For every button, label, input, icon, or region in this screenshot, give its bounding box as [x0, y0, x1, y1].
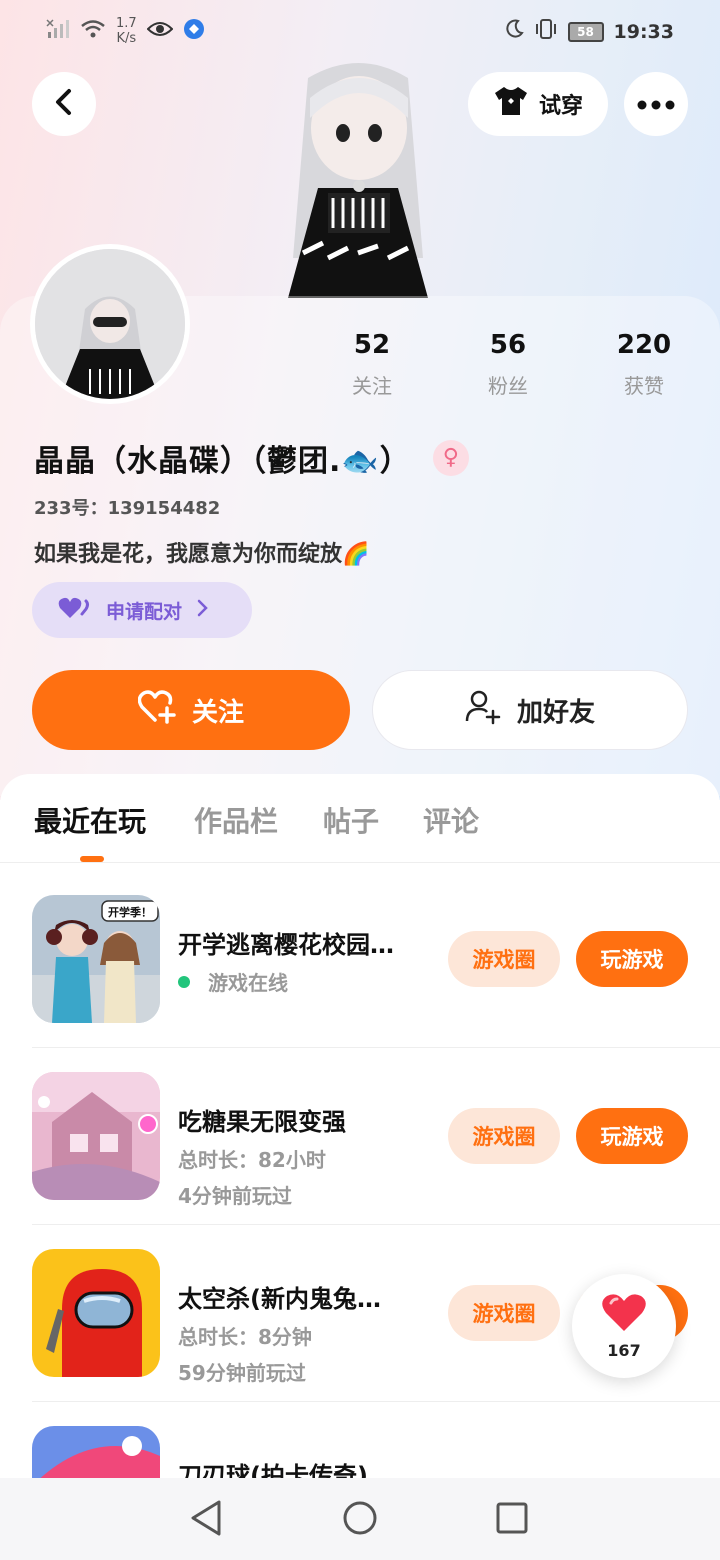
square-recents-icon — [496, 1502, 528, 1538]
tab-posts[interactable]: 帖子 — [323, 800, 379, 840]
moon-icon — [504, 19, 524, 44]
circle-home-icon — [342, 1500, 378, 1540]
profile-tabs: 最近在玩 作品栏 帖子 评论 — [0, 800, 720, 862]
system-nav-bar — [0, 1478, 720, 1560]
stat-label: 粉丝 — [488, 374, 528, 398]
last-played: 59分钟前玩过 — [178, 1361, 306, 1385]
stat-value: 220 — [616, 330, 672, 360]
pair-label: 申请配对 — [106, 600, 183, 623]
last-played: 4分钟前玩过 — [178, 1184, 292, 1208]
add-friend-label: 加好友 — [516, 697, 595, 728]
nav-home-button[interactable] — [338, 1498, 382, 1542]
triangle-back-icon — [189, 1499, 223, 1541]
divider — [32, 1047, 720, 1048]
tshirt-icon — [493, 85, 529, 123]
username-row: 晶晶（水晶碟）（鬱团.🐟） ♀ — [34, 436, 469, 480]
chevron-right-icon — [196, 599, 208, 622]
game-circle-button[interactable]: 游戏圈 — [448, 1108, 560, 1164]
thumbnail-caption: 开学季！ — [108, 905, 152, 919]
play-game-button[interactable]: 玩游戏 — [576, 931, 688, 987]
user-id: 233号：139154482 — [34, 498, 221, 519]
game-circle-button[interactable]: 游戏圈 — [448, 931, 560, 987]
total-playtime: 总时长：82小时 — [178, 1148, 326, 1172]
following-stat[interactable]: 52 关注 — [312, 330, 432, 399]
like-count: 167 — [607, 1340, 641, 1360]
username: 晶晶（水晶碟）（鬱团.🐟） — [34, 444, 411, 479]
avatar[interactable] — [30, 244, 190, 404]
stat-value: 52 — [353, 330, 391, 360]
stat-label: 关注 — [352, 374, 392, 398]
person-add-icon — [465, 689, 501, 732]
stat-label: 获赞 — [624, 374, 664, 398]
request-pair-button[interactable]: 申请配对 — [32, 582, 252, 638]
wifi-icon — [80, 18, 106, 45]
divider — [32, 1224, 720, 1225]
tab-recently-played[interactable]: 最近在玩 — [34, 800, 146, 840]
game-thumbnail — [32, 1072, 160, 1200]
game-title: 太空杀(新内鬼兔… — [178, 1285, 381, 1313]
online-dot-icon — [178, 975, 190, 988]
stat-value: 56 — [489, 330, 527, 360]
back-button[interactable] — [32, 72, 96, 136]
more-button[interactable] — [624, 72, 688, 136]
eye-icon — [146, 19, 174, 44]
game-list-item[interactable]: 开学季！ 开学逃离樱花校园… 游戏在线 游戏圈 玩游戏 — [32, 895, 720, 1071]
followers-stat[interactable]: 56 粉丝 — [448, 330, 568, 399]
vibrate-icon — [534, 18, 558, 45]
try-on-button[interactable]: 试穿 — [468, 72, 608, 136]
heart-icon — [601, 1293, 647, 1337]
game-thumbnail — [32, 1249, 160, 1377]
signal-icon — [46, 18, 70, 45]
likes-stat[interactable]: 220 获赞 — [584, 330, 704, 399]
online-status: 游戏在线 — [178, 967, 288, 996]
follow-button[interactable]: 关注 — [32, 670, 350, 750]
divider — [32, 1401, 720, 1402]
bio: 如果我是花，我愿意为你而绽放🌈 — [34, 542, 370, 567]
avatar-character-image — [248, 58, 470, 298]
more-dots-icon — [636, 95, 676, 114]
nav-back-button[interactable] — [184, 1498, 228, 1542]
divider — [0, 862, 720, 863]
tab-works[interactable]: 作品栏 — [194, 800, 278, 840]
clock: 19:33 — [613, 20, 674, 43]
online-label: 游戏在线 — [208, 971, 288, 995]
game-title: 吃糖果无限变强 — [178, 1108, 346, 1136]
app-notification-icon — [183, 18, 205, 45]
net-speed: 1.7 K/s — [116, 16, 137, 46]
double-heart-icon — [58, 596, 92, 625]
tab-comments[interactable]: 评论 — [423, 800, 479, 840]
add-friend-button[interactable]: 加好友 — [372, 670, 688, 750]
game-circle-button[interactable]: 游戏圈 — [448, 1285, 560, 1341]
female-icon: ♀ — [432, 440, 469, 476]
status-bar: 1.7 K/s 58 19:33 — [0, 0, 720, 62]
nav-recents-button[interactable] — [490, 1498, 534, 1542]
total-playtime: 总时长：8分钟 — [178, 1325, 312, 1349]
play-game-button[interactable]: 玩游戏 — [576, 1108, 688, 1164]
heart-plus-icon — [137, 689, 176, 731]
game-list-item[interactable]: 吃糖果无限变强 总时长：82小时 4分钟前玩过 游戏圈 玩游戏 — [32, 1072, 720, 1248]
battery-indicator: 58 — [567, 21, 604, 42]
try-on-label: 试穿 — [538, 94, 583, 119]
game-thumbnail: 开学季！ — [32, 895, 160, 1023]
game-title: 开学逃离樱花校园… — [178, 931, 394, 959]
chevron-left-icon — [52, 88, 76, 120]
like-button[interactable]: 167 — [572, 1274, 676, 1378]
follow-label: 关注 — [191, 697, 244, 728]
